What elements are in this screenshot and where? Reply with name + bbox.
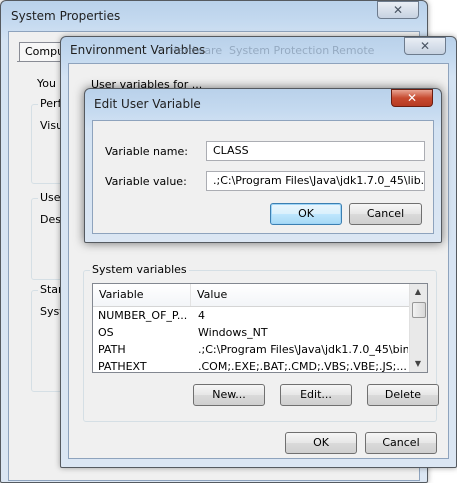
variable-name-field[interactable]: CLASS: [206, 141, 425, 161]
system-variables-group: System variables Variable Value NUMBER_O…: [83, 263, 439, 422]
env-cancel-label: Cancel: [382, 436, 420, 449]
env-ok-button[interactable]: OK: [285, 432, 357, 454]
column-value[interactable]: Value: [191, 284, 410, 306]
value-cell: Windows_NT: [198, 326, 268, 339]
table-row[interactable]: OS Windows_NT: [93, 324, 410, 341]
table-row[interactable]: PATH .;C:\Program Files\Java\jdk1.7.0_45…: [93, 341, 410, 358]
edit-button[interactable]: Edit...: [280, 384, 352, 406]
edit-user-variable-client: Variable name: CLASS Variable value: .;C…: [92, 120, 434, 234]
edit-ok-label: OK: [298, 207, 314, 220]
scroll-thumb[interactable]: [412, 302, 426, 318]
new-button[interactable]: New...: [193, 384, 265, 406]
column-variable[interactable]: Variable: [93, 284, 191, 306]
variable-value-label: Variable value:: [105, 175, 187, 188]
delete-button-label: Delete: [384, 388, 422, 401]
system-variables-label: System variables: [90, 263, 189, 276]
close-icon: ✕: [392, 3, 404, 17]
variable-value-field[interactable]: .;C:\Program Files\Java\jdk1.7.0_45\lib.…: [206, 171, 425, 191]
variable-cell: PATH: [98, 343, 126, 356]
edit-user-variable-close-button[interactable]: ✕: [391, 89, 433, 107]
value-cell: 4: [198, 309, 205, 322]
list-scrollbar[interactable]: ▲ ▼: [409, 284, 427, 372]
edit-user-variable-dialog: Edit User Variable ✕ Variable name: CLAS…: [84, 88, 442, 243]
system-properties-title: System Properties: [11, 9, 121, 23]
edit-button-label: Edit...: [300, 388, 332, 401]
close-icon: ✕: [406, 91, 418, 105]
table-row[interactable]: PATHEXT .COM;.EXE;.BAT;.CMD;.VBS;.VBE;.J…: [93, 358, 410, 373]
system-properties-close-button[interactable]: ✕: [377, 1, 419, 19]
value-cell: .;C:\Program Files\Java\jdk1.7.0_45\bin.…: [198, 343, 408, 356]
scroll-up-arrow-icon[interactable]: ▲: [410, 284, 426, 300]
variable-cell: NUMBER_OF_P...: [98, 309, 188, 322]
variable-name-label: Variable name:: [105, 145, 188, 158]
environment-variables-close-button[interactable]: ✕: [404, 37, 446, 55]
env-cancel-button[interactable]: Cancel: [365, 432, 437, 454]
new-button-label: New...: [212, 388, 246, 401]
variable-cell: OS: [98, 326, 114, 339]
env-ok-label: OK: [313, 436, 329, 449]
close-icon: ✕: [419, 39, 431, 53]
system-variables-list[interactable]: Variable Value NUMBER_OF_P... 4 OS Windo…: [92, 283, 428, 373]
column-variable-label: Variable: [99, 288, 144, 301]
table-row[interactable]: NUMBER_OF_P... 4: [93, 307, 410, 324]
faded-tab-hardware: Hardware: [169, 44, 223, 57]
edit-ok-button[interactable]: OK: [270, 203, 342, 225]
edit-cancel-button[interactable]: Cancel: [349, 203, 422, 225]
value-cell: .COM;.EXE;.BAT;.CMD;.VBS;.VBE;.JS;....: [198, 360, 408, 373]
scroll-down-arrow-icon[interactable]: ▼: [410, 356, 426, 372]
faded-tab-protection: System Protection: [229, 44, 330, 57]
edit-cancel-label: Cancel: [366, 207, 405, 220]
list-header: Variable Value: [93, 284, 427, 307]
delete-button[interactable]: Delete: [367, 384, 439, 406]
edit-user-variable-title: Edit User Variable: [94, 97, 201, 111]
faded-tab-remote: Remote: [332, 44, 375, 57]
variable-cell: PATHEXT: [98, 360, 147, 373]
column-value-label: Value: [197, 288, 228, 301]
